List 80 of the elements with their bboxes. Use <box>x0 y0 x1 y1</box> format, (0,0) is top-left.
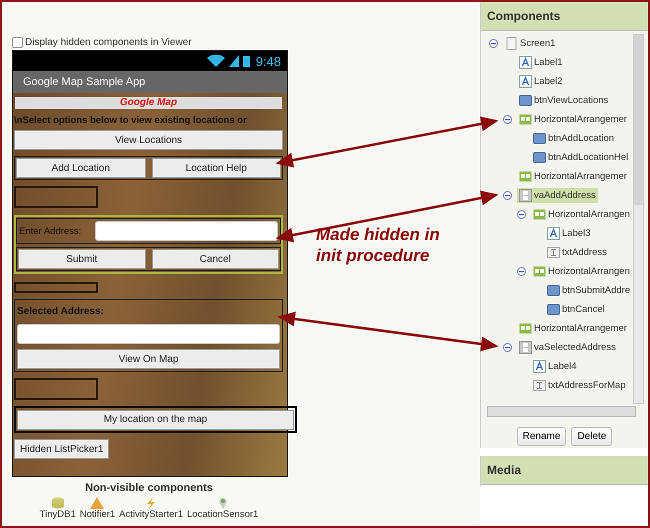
collapse-icon[interactable] <box>503 343 512 352</box>
tree-item[interactable]: Label1 <box>517 55 565 70</box>
vertical-arrangement-icon <box>519 341 532 354</box>
tree-item[interactable]: btnAddLocation <box>531 131 616 146</box>
tree-item[interactable]: vaSelectedAddress <box>517 340 618 355</box>
panel-header: Media <box>481 456 648 485</box>
checkbox[interactable] <box>12 37 23 48</box>
horizontal-arrangement-icon <box>519 322 532 335</box>
component-name: TinyDB1 <box>40 509 76 520</box>
button-icon <box>533 151 546 164</box>
view-locations-button[interactable]: View Locations <box>14 130 283 150</box>
address-field[interactable] <box>95 221 278 241</box>
form-button[interactable]: Submit <box>18 249 146 269</box>
collapse-icon[interactable] <box>489 39 498 48</box>
panel-header: Components <box>481 2 648 31</box>
scrollbar[interactable] <box>633 34 644 404</box>
tree-item[interactable]: HorizontalArrangen <box>531 207 632 222</box>
tree-item[interactable]: Label4 <box>531 359 579 374</box>
horizontal-scrollbar[interactable] <box>487 406 636 417</box>
app-title-bar: Google Map Sample App <box>13 71 287 93</box>
warning-icon <box>90 497 104 509</box>
horizontal-arrangement-icon <box>533 208 546 221</box>
component-name: LocationSensor1 <box>187 509 258 520</box>
instruction-label: \nSelect options below to view existing locations or <box>14 115 248 126</box>
tree-item[interactable]: Screen1 <box>503 36 558 51</box>
location-button[interactable]: Add Location <box>16 158 146 178</box>
collapse-icon[interactable] <box>517 267 526 276</box>
tree-item[interactable]: HorizontalArrangemer <box>517 321 629 336</box>
tree-item[interactable]: btnAddLocationHel <box>531 150 630 165</box>
selected-address-field[interactable] <box>17 324 280 344</box>
title-label: Google Map <box>15 97 282 109</box>
collapse-icon[interactable] <box>503 191 512 200</box>
vertical-arrangement-icon <box>519 189 532 202</box>
list-picker-button[interactable]: Hidden ListPicker1 <box>14 439 110 459</box>
tree-item[interactable]: vaAddAddress <box>517 188 598 203</box>
database-icon <box>50 497 65 509</box>
signal-icon <box>228 55 239 67</box>
tree-item[interactable]: HorizontalArrangen <box>531 264 632 279</box>
text-cursor-icon <box>547 246 560 259</box>
form-button[interactable]: Cancel <box>152 249 279 269</box>
letter-icon <box>547 227 560 240</box>
hidden-components-checkbox[interactable]: Display hidden components in Viewer <box>12 37 480 48</box>
text-cursor-icon <box>533 379 546 392</box>
checkbox-label: Display hidden components in Viewer <box>25 37 192 48</box>
selected-address-label: Selected Address: <box>17 306 105 317</box>
clock-time: 9:48 <box>256 54 281 68</box>
annotation-text: Made hidden in init procedure <box>315 224 441 266</box>
horizontal-arrangement-icon <box>519 170 532 183</box>
letter-icon <box>519 75 532 88</box>
horizontal-arrangement-icon <box>519 113 532 126</box>
non-visible-heading: Non-visible components <box>84 482 214 494</box>
button-icon <box>547 303 560 316</box>
collapse-icon[interactable] <box>517 210 526 219</box>
page-icon <box>505 37 518 50</box>
my-location-button[interactable]: My location on the map <box>17 410 294 430</box>
collapse-icon[interactable] <box>503 115 512 124</box>
tree-item[interactable]: HorizontalArrangemer <box>517 169 629 184</box>
letter-icon <box>533 360 546 373</box>
tree-item[interactable]: btnViewLocations <box>517 93 610 108</box>
address-label: Enter Address: <box>19 226 82 236</box>
tree-item[interactable]: Label3 <box>545 226 593 241</box>
button-icon <box>547 284 560 297</box>
component-name: Notifier1 <box>80 509 116 520</box>
letter-icon <box>519 56 532 69</box>
tree-item[interactable]: btnCancel <box>545 302 607 317</box>
location-button[interactable]: Location Help <box>152 158 281 178</box>
component-name: ActivityStarter1 <box>119 509 184 520</box>
tree-item[interactable]: HorizontalArrangemer <box>517 112 629 127</box>
button-icon <box>533 132 546 145</box>
panel-button[interactable]: Delete <box>571 427 612 446</box>
view-on-map-button[interactable]: View On Map <box>17 349 280 369</box>
tree-item[interactable]: txtAddress <box>545 245 609 260</box>
panel-button[interactable]: Rename <box>516 427 566 446</box>
battery-icon <box>242 55 250 67</box>
horizontal-arrangement-icon <box>533 265 546 278</box>
wifi-icon <box>206 55 225 67</box>
tree-item[interactable]: btnSubmitAddre <box>545 283 632 298</box>
tree-item[interactable]: Label2 <box>517 74 565 89</box>
button-icon <box>519 94 532 107</box>
tree-item[interactable]: txtAddressForMap <box>531 378 628 393</box>
